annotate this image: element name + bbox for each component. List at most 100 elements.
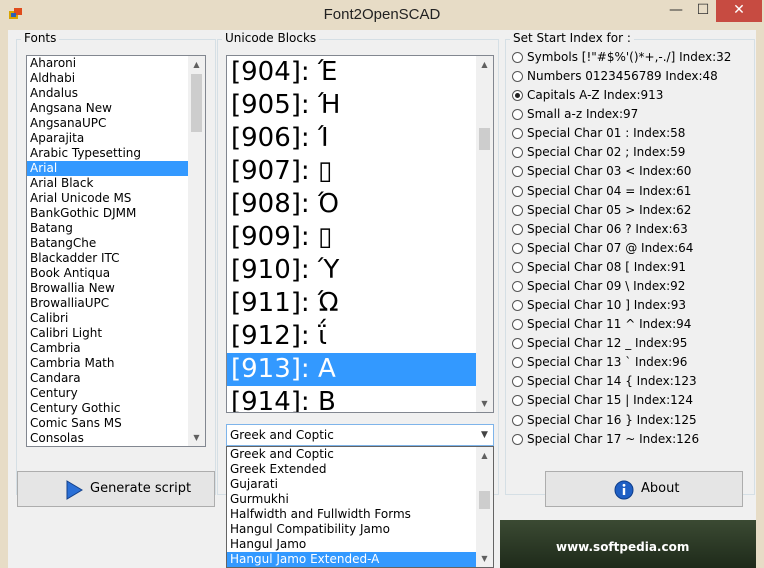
minimize-button[interactable]: — bbox=[662, 0, 690, 22]
dropdown-item[interactable]: Gujarati bbox=[227, 477, 493, 492]
start-index-radio[interactable]: Special Char 06 ? Index:63 bbox=[512, 221, 688, 237]
start-index-radio[interactable]: Special Char 11 ^ Index:94 bbox=[512, 316, 691, 332]
font-list-item[interactable]: Arial Black bbox=[27, 176, 205, 191]
scroll-thumb[interactable] bbox=[479, 491, 490, 509]
scroll-thumb[interactable] bbox=[191, 74, 202, 132]
font-list-item[interactable]: Century Gothic bbox=[27, 401, 205, 416]
radio-button-icon[interactable] bbox=[512, 147, 523, 158]
radio-button-icon[interactable] bbox=[512, 281, 523, 292]
start-index-radio[interactable]: Small a-z Index:97 bbox=[512, 106, 638, 122]
radio-button-icon[interactable] bbox=[512, 300, 523, 311]
font-list-item[interactable]: Comic Sans MS bbox=[27, 416, 205, 431]
start-index-radio[interactable]: Special Char 09 \ Index:92 bbox=[512, 278, 685, 294]
glyph-list-item[interactable]: [911]: Ώ bbox=[227, 287, 493, 320]
font-list-item[interactable]: Andalus bbox=[27, 86, 205, 101]
glyph-list-item[interactable]: [910]: Ύ bbox=[227, 254, 493, 287]
font-list-item[interactable]: Aharoni bbox=[27, 56, 205, 71]
radio-button-icon[interactable] bbox=[512, 71, 523, 82]
start-index-radio[interactable]: Capitals A-Z Index:913 bbox=[512, 87, 663, 103]
glyph-list-item[interactable]: [908]: Ό bbox=[227, 188, 493, 221]
font-list-item[interactable]: Aldhabi bbox=[27, 71, 205, 86]
dropdown-item[interactable]: Greek Extended bbox=[227, 462, 493, 477]
start-index-radio[interactable]: Special Char 17 ~ Index:126 bbox=[512, 431, 699, 447]
font-list-item[interactable]: AngsanaUPC bbox=[27, 116, 205, 131]
glyph-list-item[interactable]: [914]: Β bbox=[227, 386, 493, 412]
font-list-item[interactable]: Cambria Math bbox=[27, 356, 205, 371]
start-index-radio[interactable]: Symbols [!"#$%'()*+,-./] Index:32 bbox=[512, 49, 731, 65]
scroll-up-icon[interactable]: ▲ bbox=[476, 447, 493, 464]
start-index-radio[interactable]: Special Char 07 @ Index:64 bbox=[512, 240, 693, 256]
scroll-down-icon[interactable]: ▼ bbox=[476, 395, 493, 412]
dropdown-item[interactable]: Hangul Compatibility Jamo bbox=[227, 522, 493, 537]
start-index-radio[interactable]: Special Char 01 : Index:58 bbox=[512, 125, 685, 141]
unicode-block-combobox[interactable]: Greek and Coptic ▼ bbox=[226, 424, 494, 446]
dropdown-item[interactable]: Gurmukhi bbox=[227, 492, 493, 507]
font-list-item[interactable]: Arial Unicode MS bbox=[27, 191, 205, 206]
font-list-item[interactable]: Batang bbox=[27, 221, 205, 236]
font-list-item[interactable]: Consolas bbox=[27, 431, 205, 446]
start-index-radio[interactable]: Numbers 0123456789 Index:48 bbox=[512, 68, 718, 84]
start-index-radio[interactable]: Special Char 14 { Index:123 bbox=[512, 373, 697, 389]
start-index-radio[interactable]: Special Char 03 < Index:60 bbox=[512, 163, 691, 179]
radio-button-icon[interactable] bbox=[512, 205, 523, 216]
radio-button-icon[interactable] bbox=[512, 186, 523, 197]
start-index-radio[interactable]: Special Char 05 > Index:62 bbox=[512, 202, 691, 218]
radio-button-icon[interactable] bbox=[512, 415, 523, 426]
glyph-list-item[interactable]: [907]: ▯ bbox=[227, 155, 493, 188]
unicode-block-dropdown[interactable]: Greek and Coptic Greek Extended Gujarati Gu… bbox=[226, 446, 494, 568]
radio-button-icon[interactable] bbox=[512, 109, 523, 120]
radio-button-icon[interactable] bbox=[512, 243, 523, 254]
font-list-item[interactable]: Calibri bbox=[27, 311, 205, 326]
maximize-button[interactable]: ☐ bbox=[690, 0, 716, 22]
glyph-list-item[interactable]: [904]: Έ bbox=[227, 56, 493, 89]
radio-button-icon[interactable] bbox=[512, 434, 523, 445]
fonts-listbox[interactable]: Aharoni Aldhabi Andalus Angsana New AngsanaU… bbox=[26, 55, 206, 447]
radio-button-icon[interactable] bbox=[512, 395, 523, 406]
generate-script-button[interactable]: Generate script bbox=[17, 471, 215, 507]
glyph-list-item[interactable]: [909]: ▯ bbox=[227, 221, 493, 254]
font-list-item[interactable]: Arial bbox=[27, 161, 205, 176]
scroll-up-icon[interactable]: ▲ bbox=[476, 56, 493, 73]
font-list-item[interactable]: Blackadder ITC bbox=[27, 251, 205, 266]
close-button[interactable]: ✕ bbox=[716, 0, 762, 22]
start-index-radio[interactable]: Special Char 15 | Index:124 bbox=[512, 392, 693, 408]
radio-button-icon[interactable] bbox=[512, 319, 523, 330]
radio-button-icon[interactable] bbox=[512, 338, 523, 349]
dropdown-item[interactable]: Greek and Coptic bbox=[227, 447, 493, 462]
radio-button-icon[interactable] bbox=[512, 224, 523, 235]
font-list-item[interactable]: Calibri Light bbox=[27, 326, 205, 341]
font-list-item[interactable]: Cambria bbox=[27, 341, 205, 356]
scroll-down-icon[interactable]: ▼ bbox=[476, 550, 493, 567]
dropdown-item[interactable]: Hangul Jamo Extended-A bbox=[227, 552, 493, 567]
glyph-scrollbar[interactable]: ▲ ▼ bbox=[476, 56, 493, 412]
font-list-item[interactable]: BrowalliaUPC bbox=[27, 296, 205, 311]
start-index-radio[interactable]: Special Char 16 } Index:125 bbox=[512, 412, 697, 428]
dropdown-item[interactable]: Hangul Jamo bbox=[227, 537, 493, 552]
dropdown-scrollbar[interactable]: ▲ ▼ bbox=[476, 447, 493, 567]
glyph-list-item[interactable]: [912]: ΐ bbox=[227, 320, 493, 353]
radio-button-icon[interactable] bbox=[512, 376, 523, 387]
font-list-item[interactable]: Candara bbox=[27, 371, 205, 386]
glyph-list-item[interactable]: [906]: Ί bbox=[227, 122, 493, 155]
radio-button-icon[interactable] bbox=[512, 357, 523, 368]
glyph-list-item[interactable]: [913]: Α bbox=[227, 353, 493, 386]
font-list-item[interactable]: Book Antiqua bbox=[27, 266, 205, 281]
radio-button-icon[interactable] bbox=[512, 166, 523, 177]
dropdown-item[interactable]: Halfwidth and Fullwidth Forms bbox=[227, 507, 493, 522]
glyph-list-item[interactable]: [905]: Ή bbox=[227, 89, 493, 122]
scroll-down-icon[interactable]: ▼ bbox=[188, 429, 205, 446]
start-index-radio[interactable]: Special Char 04 = Index:61 bbox=[512, 183, 691, 199]
font-list-item[interactable]: BatangChe bbox=[27, 236, 205, 251]
radio-button-icon[interactable] bbox=[512, 128, 523, 139]
glyph-listbox[interactable]: [904]: Έ [905]: Ή [906]: Ί [907]: ▯ [908]: Ό… bbox=[226, 55, 494, 413]
start-index-radio[interactable]: Special Char 02 ; Index:59 bbox=[512, 144, 685, 160]
scroll-up-icon[interactable]: ▲ bbox=[188, 56, 205, 73]
font-list-item[interactable]: Arabic Typesetting bbox=[27, 146, 205, 161]
font-list-item[interactable]: Aparajita bbox=[27, 131, 205, 146]
font-list-item[interactable]: Browallia New bbox=[27, 281, 205, 296]
scroll-thumb[interactable] bbox=[479, 128, 490, 150]
radio-button-icon[interactable] bbox=[512, 90, 523, 101]
radio-button-icon[interactable] bbox=[512, 52, 523, 63]
font-list-item[interactable]: BankGothic DJMM bbox=[27, 206, 205, 221]
about-button[interactable]: About bbox=[545, 471, 743, 507]
